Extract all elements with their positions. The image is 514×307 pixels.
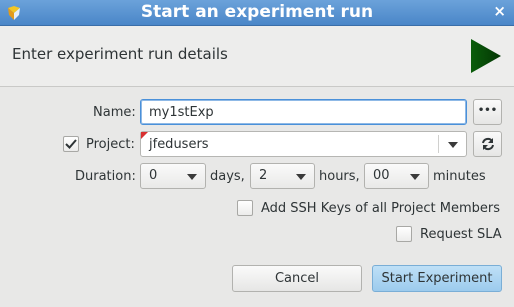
days-label: days,	[210, 169, 245, 184]
error-marker-icon	[141, 132, 148, 139]
checkmark-icon	[65, 139, 77, 149]
chevron-down-icon	[448, 142, 458, 148]
chevron-down-icon	[296, 174, 306, 180]
chevron-down-icon	[187, 174, 197, 180]
duration-label: Duration:	[75, 169, 136, 184]
dialog-header: Enter experiment run details	[0, 26, 514, 87]
hours-value: 2	[259, 168, 268, 183]
title-bar[interactable]: Start an experiment run ×	[0, 0, 514, 26]
days-value: 0	[149, 168, 158, 183]
ssh-keys-checkbox[interactable]	[237, 200, 253, 216]
request-sla-checkbox[interactable]	[396, 226, 412, 242]
browse-name-button[interactable]: •••	[473, 99, 502, 125]
header-text: Enter experiment run details	[12, 45, 228, 63]
name-input[interactable]: my1stExp	[140, 99, 467, 125]
cancel-button[interactable]: Cancel	[232, 265, 362, 292]
refresh-icon	[482, 137, 494, 151]
combo-divider	[438, 135, 439, 153]
hours-label: hours,	[319, 169, 360, 184]
start-experiment-button[interactable]: Start Experiment	[372, 265, 502, 292]
minutes-select[interactable]: 00	[364, 163, 429, 189]
project-combobox[interactable]: jfedusers	[140, 131, 467, 157]
name-label: Name:	[93, 105, 136, 120]
minutes-value: 00	[373, 168, 390, 183]
window-title: Start an experiment run	[140, 2, 374, 22]
close-icon[interactable]: ×	[493, 2, 506, 20]
project-label: Project:	[86, 137, 135, 152]
name-input-value: my1stExp	[149, 105, 214, 120]
hours-select[interactable]: 2	[250, 163, 315, 189]
chevron-down-icon	[410, 174, 420, 180]
project-checkbox[interactable]	[63, 136, 79, 152]
days-select[interactable]: 0	[140, 163, 206, 189]
play-icon	[471, 39, 501, 73]
ssh-keys-label[interactable]: Add SSH Keys of all Project Members	[261, 201, 500, 216]
project-value: jfedusers	[149, 137, 209, 152]
refresh-projects-button[interactable]	[473, 131, 502, 157]
minutes-label: minutes	[433, 169, 486, 184]
request-sla-label[interactable]: Request SLA	[420, 227, 502, 242]
